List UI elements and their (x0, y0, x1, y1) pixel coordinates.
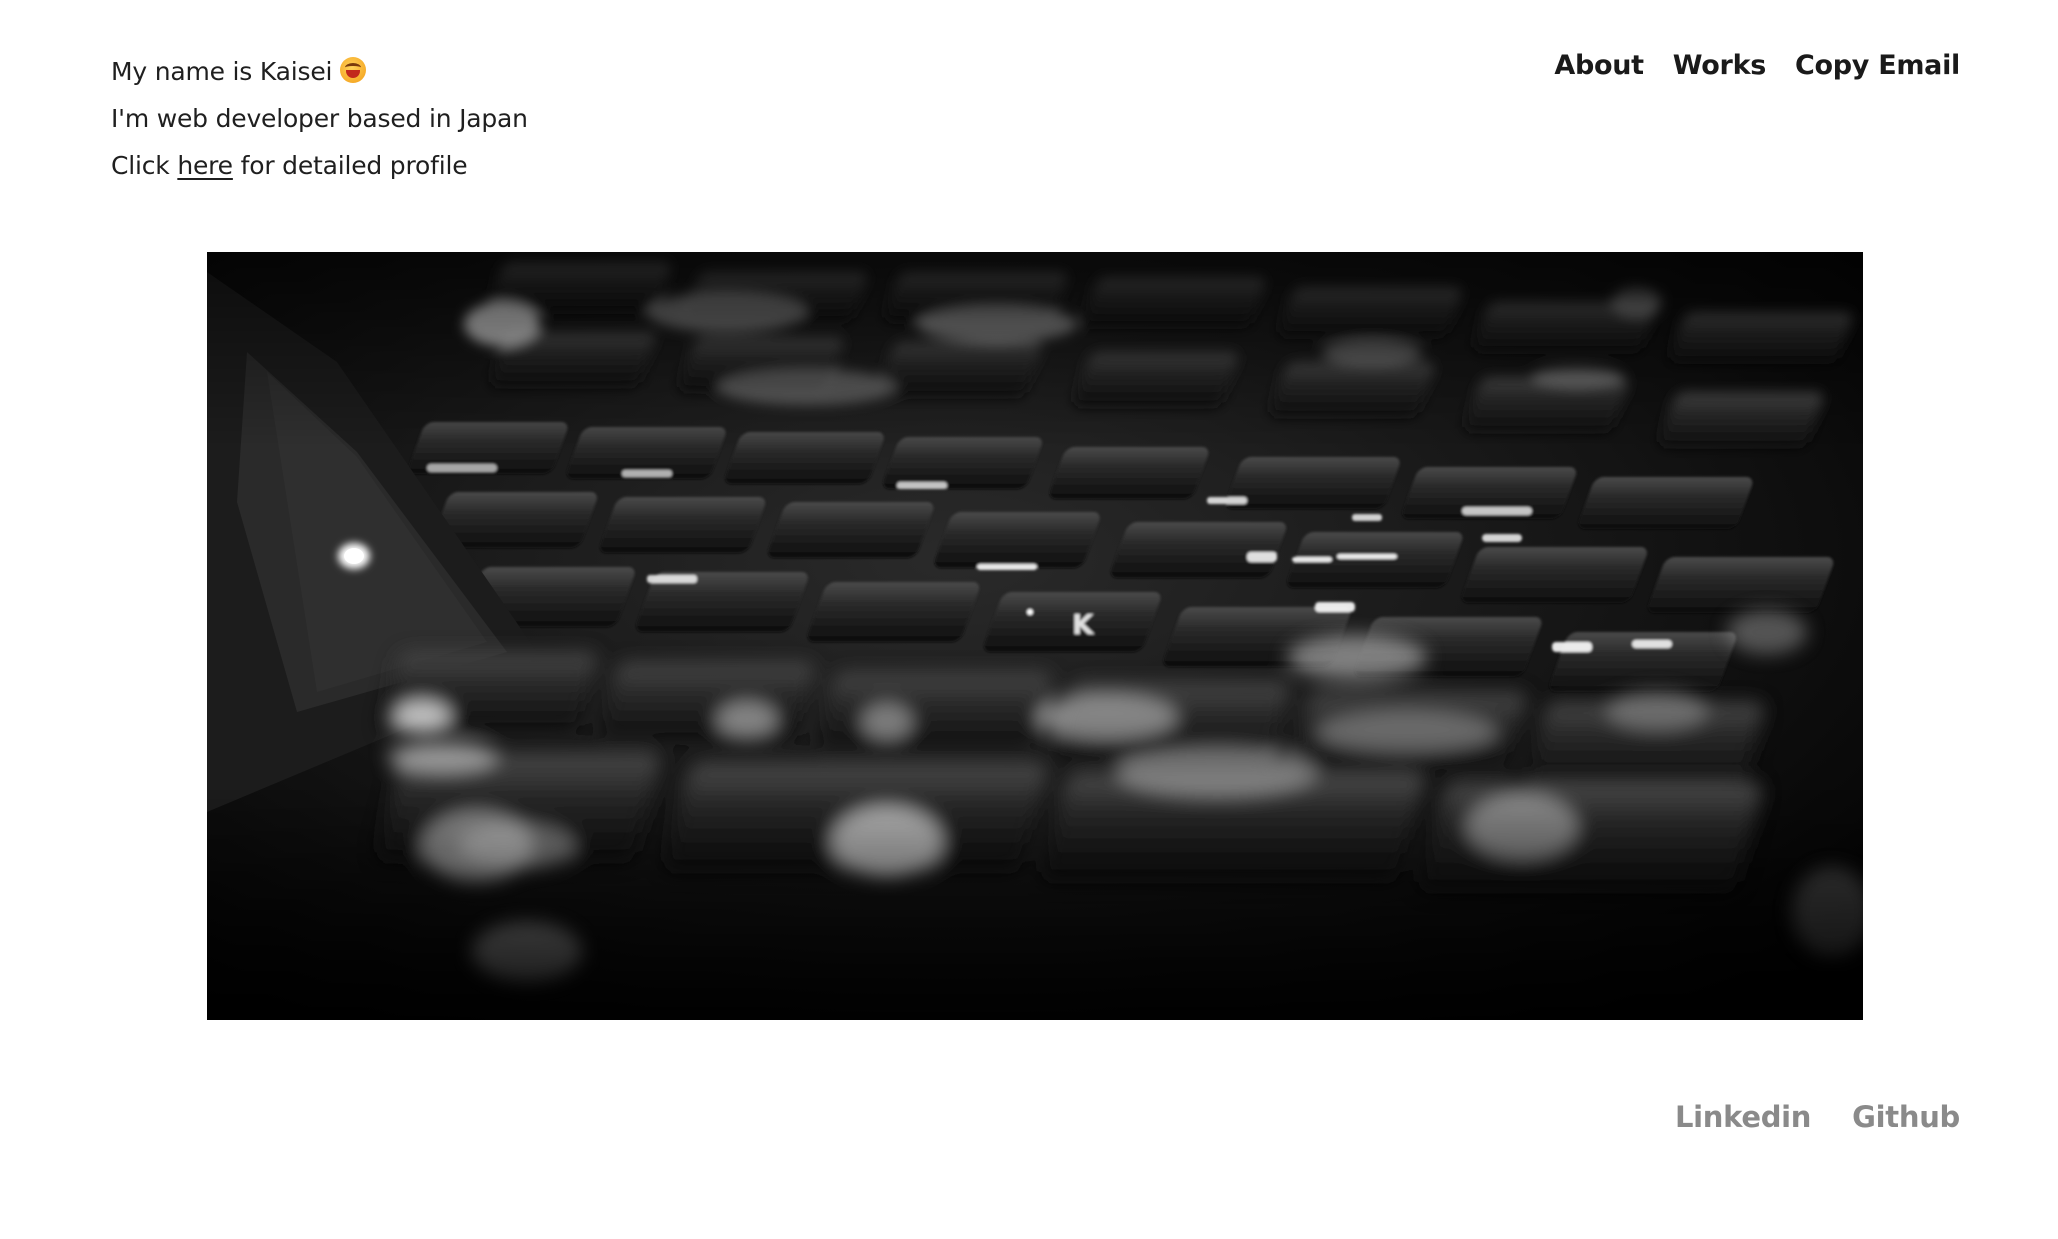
intro-profile-suffix: for detailed profile (232, 151, 468, 180)
linkedin-link[interactable]: Linkedin (1675, 1100, 1811, 1134)
keyboard-photo-image: K (207, 252, 1863, 1020)
intro-profile-line: Click here for detailed profile (111, 142, 528, 189)
hero-keyboard-photo: K (207, 252, 1863, 1020)
intro: My name is Kaisei I'm web developer base… (111, 48, 528, 189)
intro-role-line: I'm web developer based in Japan (111, 104, 528, 133)
top-nav: About Works Copy Email (1554, 50, 1960, 81)
page: My name is Kaisei I'm web developer base… (0, 0, 2058, 1239)
github-link[interactable]: Github (1852, 1100, 1960, 1134)
nav-works-link[interactable]: Works (1673, 50, 1767, 81)
copy-email-button[interactable]: Copy Email (1795, 50, 1960, 81)
social-links: Linkedin Github (1675, 1100, 1960, 1134)
intro-name-line: My name is Kaisei (111, 48, 528, 95)
grinning-face-emoji-icon (340, 57, 367, 83)
intro-click-text: Click (111, 151, 178, 180)
profile-link[interactable]: here (177, 151, 233, 180)
nav-about-link[interactable]: About (1554, 50, 1644, 81)
intro-name-text: My name is Kaisei (111, 57, 333, 86)
